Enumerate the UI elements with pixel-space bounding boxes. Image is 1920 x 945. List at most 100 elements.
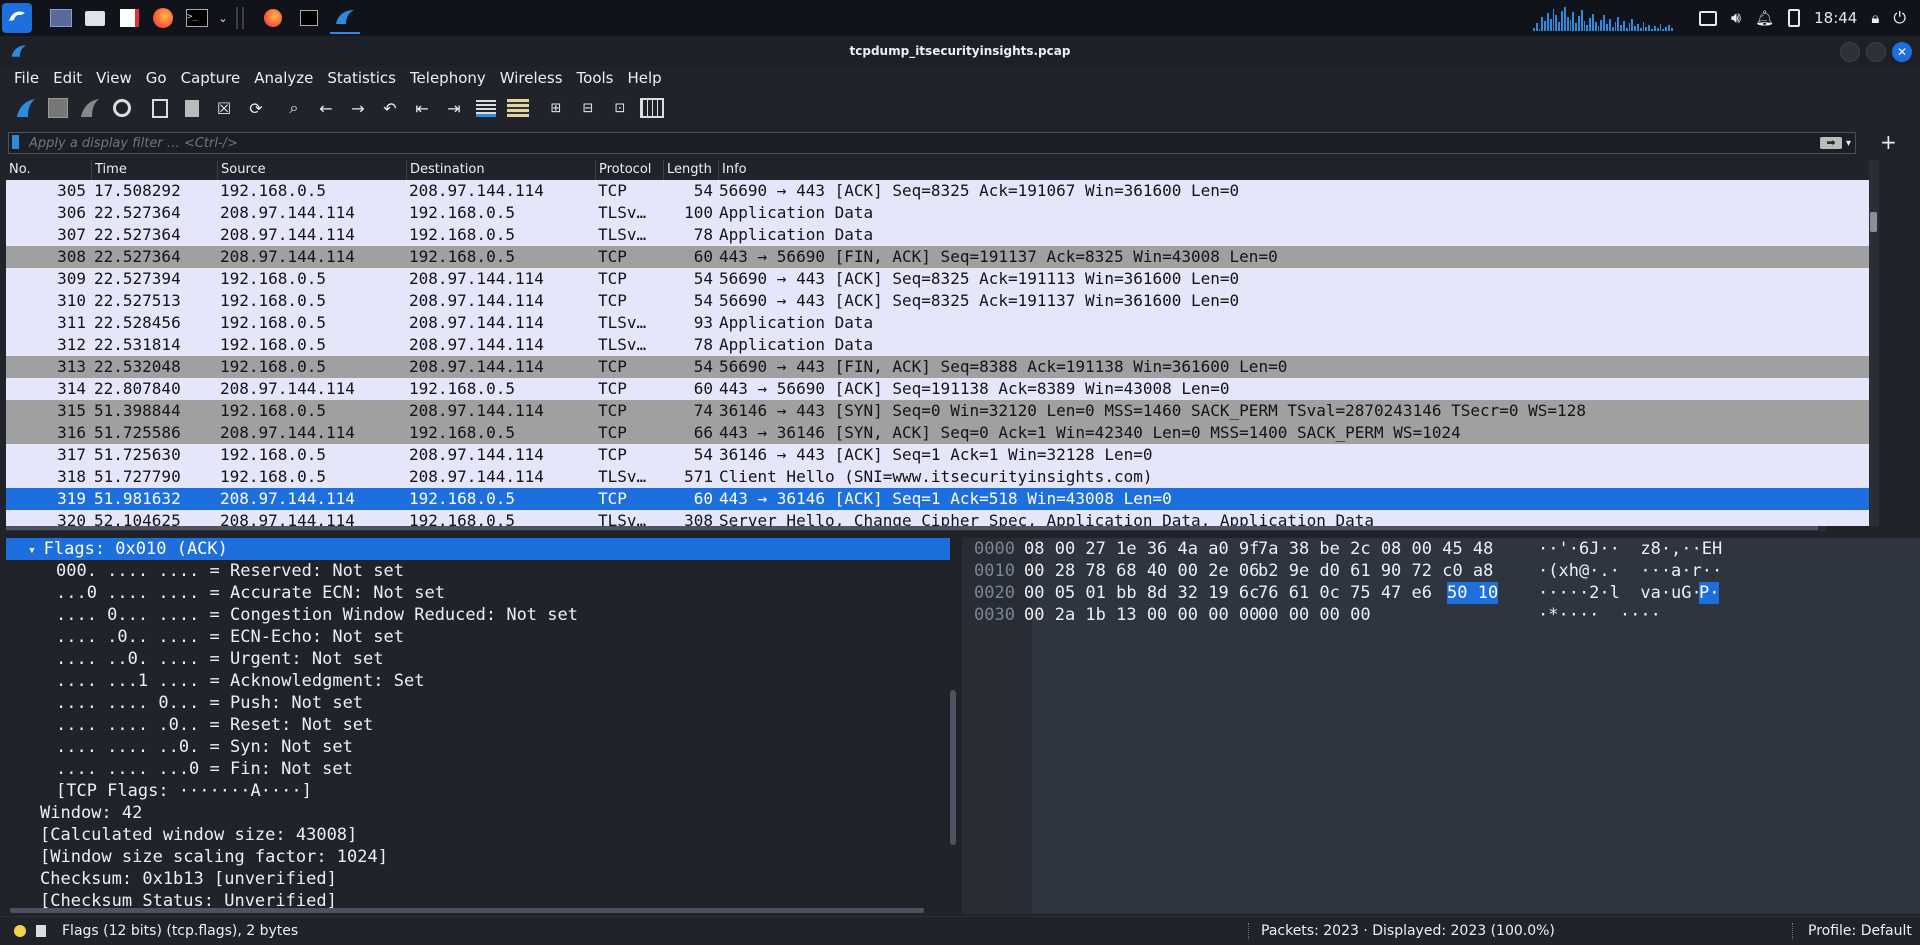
col-length[interactable]: Length: [664, 160, 719, 180]
go-back-icon[interactable]: ←: [310, 94, 342, 122]
close-file-icon[interactable]: ☒: [208, 94, 240, 122]
menu-capture[interactable]: Capture: [174, 69, 248, 87]
col-protocol[interactable]: Protocol: [596, 160, 664, 180]
restart-capture-icon[interactable]: [74, 94, 106, 122]
stop-capture-icon[interactable]: [42, 94, 74, 122]
packet-row[interactable]: 316 51.725586 208.97.144.114 192.168.0.5 TCP…: [6, 422, 1869, 444]
capture-options-icon[interactable]: [106, 94, 138, 122]
packet-row[interactable]: 317 51.725630 192.168.0.5 208.97.144.114 TCP…: [6, 444, 1869, 466]
packet-bytes-pane[interactable]: 0000 08 00 27 1e 36 4a a0 9f 7a 38 be 2c 0…: [962, 538, 1920, 914]
packet-row[interactable]: 311 22.528456 192.168.0.5 208.97.144.114 TLS…: [6, 312, 1869, 334]
packet-row[interactable]: 307 22.527364 208.97.144.114 192.168.0.5 TLS…: [6, 224, 1869, 246]
display-filter-input[interactable]: [9, 134, 1820, 152]
menu-view[interactable]: View: [89, 69, 139, 87]
start-capture-icon[interactable]: [10, 94, 42, 122]
packet-row[interactable]: 319 51.981632 208.97.144.114 192.168.0.5 TCP…: [6, 488, 1869, 510]
volume-icon[interactable]: 🔊︎: [1731, 8, 1741, 28]
details-tree-item[interactable]: .... .0.. .... = ECN-Echo: Not set: [6, 626, 950, 648]
details-tree-item[interactable]: ...0 .... .... = Accurate ECN: Not set: [6, 582, 950, 604]
terminal-window-icon[interactable]: [294, 3, 324, 33]
close-button[interactable]: ✕: [1892, 42, 1912, 62]
details-tree-item[interactable]: [Calculated window size: 43008]: [6, 824, 950, 846]
zoom-out-icon[interactable]: ⊟: [572, 94, 604, 122]
last-packet-icon[interactable]: ⇥: [438, 94, 470, 122]
details-tree-item[interactable]: .... ...1 .... = Acknowledgment: Set: [6, 670, 950, 692]
display-icon[interactable]: [1698, 10, 1717, 26]
go-to-packet-icon[interactable]: ↶: [374, 94, 406, 122]
power-icon[interactable]: ⏻: [1893, 8, 1906, 28]
packet-row[interactable]: 310 22.527513 192.168.0.5 208.97.144.114 TCP…: [6, 290, 1869, 312]
notifications-icon[interactable]: 🔔︎: [1755, 9, 1774, 27]
resize-columns-icon[interactable]: [636, 94, 668, 122]
packet-row[interactable]: 318 51.727790 192.168.0.5 208.97.144.114 TLS…: [6, 466, 1869, 488]
packet-row[interactable]: 313 22.532048 192.168.0.5 208.97.144.114 TCP…: [6, 356, 1869, 378]
menu-statistics[interactable]: Statistics: [320, 69, 403, 87]
filter-dropdown-icon[interactable]: ▾: [1846, 138, 1851, 149]
packet-list-hscrollbar[interactable]: [6, 526, 1826, 531]
details-tree-item[interactable]: Checksum: 0x1b13 [unverified]: [6, 868, 950, 890]
colorize-icon[interactable]: [502, 94, 534, 122]
packet-row[interactable]: 315 51.398844 192.168.0.5 208.97.144.114 TCP…: [6, 400, 1869, 422]
menu-wireless[interactable]: Wireless: [493, 69, 570, 87]
chevron-down-icon[interactable]: ⌄: [216, 3, 230, 33]
menu-edit[interactable]: Edit: [46, 69, 89, 87]
details-tree-item[interactable]: Window: 42: [6, 802, 950, 824]
go-forward-icon[interactable]: →: [342, 94, 374, 122]
details-tree-item[interactable]: 000. .... .... = Reserved: Not set: [6, 560, 950, 582]
menu-file[interactable]: File: [7, 69, 46, 87]
zoom-in-icon[interactable]: ⊞: [540, 94, 572, 122]
packet-list[interactable]: No. Time Source Destination Protocol Len…: [6, 160, 1869, 526]
details-tree-item[interactable]: [TCP Flags: ·······A····]: [6, 780, 950, 802]
menu-go[interactable]: Go: [139, 69, 174, 87]
expand-arrow-icon[interactable]: ▾: [28, 543, 44, 558]
maximize-button[interactable]: [1866, 42, 1886, 62]
details-tree-item[interactable]: .... .... ...0 = Fin: Not set: [6, 758, 950, 780]
battery-icon[interactable]: [1788, 9, 1801, 27]
add-filter-button[interactable]: +: [1880, 130, 1897, 154]
packet-row[interactable]: 312 22.531814 192.168.0.5 208.97.144.114 TLS…: [6, 334, 1869, 356]
clock[interactable]: 18:44: [1814, 9, 1857, 27]
minimize-button[interactable]: [1840, 42, 1860, 62]
col-time[interactable]: Time: [92, 160, 218, 180]
profile-status[interactable]: Profile: Default: [1808, 923, 1912, 939]
details-tree-item[interactable]: .... .... .0.. = Reset: Not set: [6, 714, 950, 736]
wireshark-window-icon[interactable]: [330, 2, 360, 34]
normal-size-icon[interactable]: ⊡: [604, 94, 636, 122]
apply-filter-icon[interactable]: ➡: [1819, 137, 1842, 149]
details-tree-item-selected[interactable]: ▾ Flags: 0x010 (ACK): [6, 538, 950, 560]
find-packet-icon[interactable]: ⌕: [278, 94, 310, 122]
packet-row[interactable]: 305 17.508292 192.168.0.5 208.97.144.114 TCP…: [6, 180, 1869, 202]
packet-row[interactable]: 306 22.527364 208.97.144.114 192.168.0.5 TLS…: [6, 202, 1869, 224]
kali-menu-icon[interactable]: [2, 3, 32, 33]
packet-details-pane[interactable]: ▾ Flags: 0x010 (ACK) 000. .... .... = Res…: [6, 538, 950, 910]
details-hscrollbar[interactable]: [10, 908, 924, 913]
packet-row[interactable]: 320 52.104625 208.97.144.114 192.168.0.5 TLS…: [6, 510, 1869, 526]
details-tree-item[interactable]: [Window size scaling factor: 1024]: [6, 846, 950, 868]
terminal-icon[interactable]: >_: [182, 3, 212, 33]
bookmark-icon[interactable]: [12, 135, 19, 149]
packet-row[interactable]: 309 22.527394 192.168.0.5 208.97.144.114 TCP…: [6, 268, 1869, 290]
firefox-icon[interactable]: [148, 3, 178, 33]
menu-analyze[interactable]: Analyze: [247, 69, 320, 87]
col-info[interactable]: Info: [719, 160, 1869, 180]
packet-row[interactable]: 314 22.807840 208.97.144.114 192.168.0.5 TCP…: [6, 378, 1869, 400]
menu-telephony[interactable]: Telephony: [403, 69, 493, 87]
text-editor-icon[interactable]: [114, 3, 144, 33]
col-source[interactable]: Source: [218, 160, 407, 180]
reload-file-icon[interactable]: ⟳: [240, 94, 272, 122]
col-destination[interactable]: Destination: [407, 160, 596, 180]
lock-icon[interactable]: 🔒︎: [1871, 9, 1879, 27]
details-scrollbar[interactable]: [950, 690, 956, 845]
details-tree-item[interactable]: .... .... ..0. = Syn: Not set: [6, 736, 950, 758]
col-no[interactable]: No.: [6, 160, 92, 180]
first-packet-icon[interactable]: ⇤: [406, 94, 438, 122]
show-desktop-icon[interactable]: [46, 3, 76, 33]
save-file-icon[interactable]: [176, 94, 208, 122]
open-file-icon[interactable]: [144, 94, 176, 122]
details-tree-item[interactable]: [Checksum Status: Unverified]: [6, 890, 950, 910]
packet-row[interactable]: 308 22.527364 208.97.144.114 192.168.0.5 TCP…: [6, 246, 1869, 268]
details-tree-item[interactable]: .... 0... .... = Congestion Window Reduc…: [6, 604, 950, 626]
details-tree-item[interactable]: .... ..0. .... = Urgent: Not set: [6, 648, 950, 670]
menu-help[interactable]: Help: [620, 69, 668, 87]
menu-tools[interactable]: Tools: [570, 69, 621, 87]
